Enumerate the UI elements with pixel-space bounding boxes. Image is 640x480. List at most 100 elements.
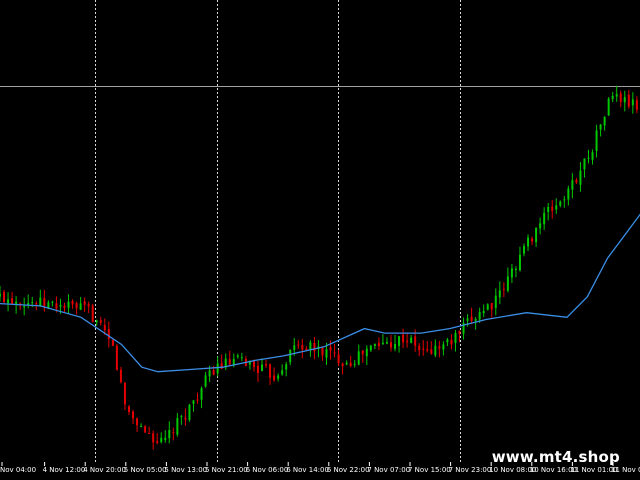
candle-bull [164, 437, 167, 440]
candle-bear [256, 365, 259, 373]
candle-bull [623, 96, 626, 103]
x-tick-label: Nov 04:00 [0, 466, 36, 474]
candle-bull [23, 305, 26, 308]
candle-bull [192, 400, 195, 404]
candle-bull [527, 237, 530, 247]
candle-bear [313, 342, 316, 352]
candle-bull [591, 152, 594, 160]
candle-bull [7, 299, 10, 304]
candle-bear [156, 440, 159, 443]
candle-bull [204, 375, 207, 387]
candle-bull [474, 318, 477, 322]
candle-bear [635, 100, 638, 110]
candle-bull [559, 201, 562, 206]
candle-bull [498, 290, 501, 298]
candle-bear [87, 304, 90, 307]
candle-bear [184, 417, 187, 420]
candle-bull [535, 227, 538, 243]
candle-bull [394, 344, 397, 349]
candle-bear [627, 94, 630, 107]
candle-bear [430, 349, 433, 354]
candle-bear [502, 288, 505, 290]
x-tick-label: 5 Nov 21:00 [205, 466, 248, 474]
candle-bull [523, 246, 526, 254]
candle-bear [406, 340, 409, 343]
x-tick-label: 7 Nov 07:00 [367, 466, 410, 474]
candle-bull [599, 124, 602, 130]
candle-bear [337, 354, 340, 364]
candle-bear [136, 418, 139, 426]
candle-bear [333, 352, 336, 354]
candle-bear [172, 432, 175, 434]
candle-bull [478, 312, 481, 320]
candle-bear [111, 339, 114, 346]
candle-bull [325, 349, 328, 358]
x-tick-label: 11 Nov 09: [611, 466, 640, 474]
candle-bear [123, 382, 126, 405]
candle-bull [79, 303, 82, 310]
candle-bull [547, 206, 550, 212]
candle-bear [132, 411, 135, 419]
candle-bear [107, 329, 110, 339]
candle-bear [458, 330, 461, 335]
candle-bull [454, 333, 457, 343]
candle-bull [160, 437, 163, 443]
candle-bull [442, 344, 445, 350]
candle-bear [127, 406, 130, 412]
candle-bull [555, 205, 558, 210]
candle-bull [357, 351, 360, 365]
candle-bear [196, 399, 199, 401]
candle-bear [63, 305, 66, 308]
candle-bear [619, 93, 622, 102]
x-tick-label: 6 Nov 06:00 [246, 466, 289, 474]
candle-bull [293, 345, 296, 350]
candle-bull [309, 342, 312, 350]
candle-bear [377, 342, 380, 347]
candle-bear [361, 350, 364, 355]
candle-bull [188, 404, 191, 420]
candle-bear [115, 345, 118, 370]
candle-bear [43, 298, 46, 307]
x-tick-label: 7 Nov 15:00 [408, 466, 451, 474]
candle-bull [539, 223, 542, 229]
candle-bear [551, 206, 554, 211]
candle-bear [75, 303, 78, 309]
candle-bull [385, 342, 388, 344]
candle-bear [144, 426, 147, 433]
candle-bull [571, 180, 574, 190]
candle-bull [373, 344, 376, 346]
candle-bull [180, 416, 183, 418]
candle-bull [583, 158, 586, 170]
x-tick-label: 5 Nov 13:00 [164, 466, 207, 474]
candle-bull [176, 418, 179, 435]
candle-bull [506, 276, 509, 291]
candle-bear [329, 347, 332, 351]
candle-bear [470, 316, 473, 321]
candle-bull [67, 301, 70, 308]
candle-bull [281, 370, 284, 375]
candle-bull [216, 363, 219, 374]
x-tick-label: 6 Nov 14:00 [286, 466, 329, 474]
candle-bear [349, 362, 352, 367]
candle-bull [482, 310, 485, 314]
candle-bull [369, 345, 372, 351]
candle-bull [277, 375, 280, 379]
candle-bear [11, 298, 14, 304]
candle-bull [59, 304, 62, 307]
candle-bear [269, 364, 272, 378]
candle-bull [0, 293, 1, 297]
candle-bull [603, 116, 606, 126]
candle-bear [450, 339, 453, 345]
candle-bull [494, 295, 497, 308]
candle-bull [611, 95, 614, 99]
grid-lines [0, 0, 640, 464]
candle-bull [514, 268, 517, 271]
x-tick-label: 7 Nov 23:00 [449, 466, 492, 474]
candle-bear [273, 375, 276, 381]
candle-bull [27, 302, 30, 305]
candle-bull [381, 342, 384, 345]
x-tick-label: 4 Nov 20:00 [83, 466, 126, 474]
candle-bull [631, 99, 634, 106]
candle-bear [341, 363, 344, 367]
candle-bear [3, 292, 6, 303]
